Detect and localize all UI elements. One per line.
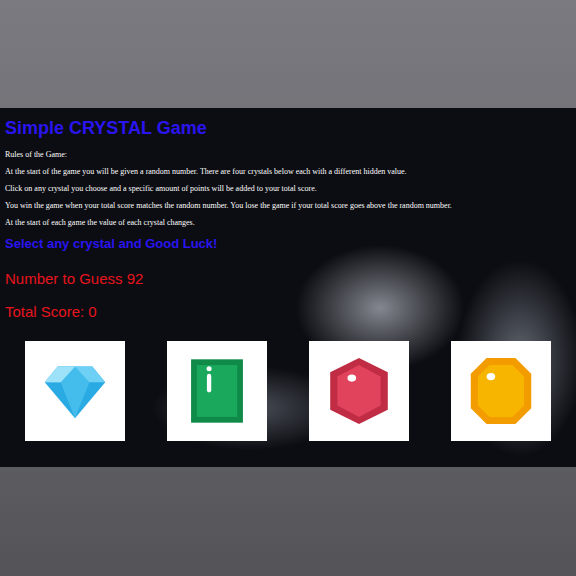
ruby-icon [323,355,395,427]
prompt: Select any crystal and Good Luck! [5,236,571,252]
crystal-button[interactable] [25,341,125,441]
top-band [0,0,576,108]
page: Simple CRYSTAL Game Rules of the Game: At … [0,0,576,576]
rule-line: You win the game when your total score m… [5,200,571,211]
emerald-icon [181,355,253,427]
crystal-button[interactable] [451,341,551,441]
diamond-icon [39,355,111,427]
target-number: Number to Guess 92 [5,270,571,288]
crystal-button[interactable] [167,341,267,441]
rule-line: Click on any crystal you choose and a sp… [5,183,571,194]
game-panel: Simple CRYSTAL Game Rules of the Game: At … [0,108,576,467]
game-title: Simple CRYSTAL Game [5,118,571,138]
topaz-icon [465,355,537,427]
crystal-button[interactable] [309,341,409,441]
rule-line: At the start of the game you will be giv… [5,166,571,177]
crystal-row [5,341,571,441]
rule-line: At the start of each game the value of e… [5,217,571,228]
total-score: Total Score: 0 [5,303,571,321]
rules-heading: Rules of the Game: [5,149,571,160]
